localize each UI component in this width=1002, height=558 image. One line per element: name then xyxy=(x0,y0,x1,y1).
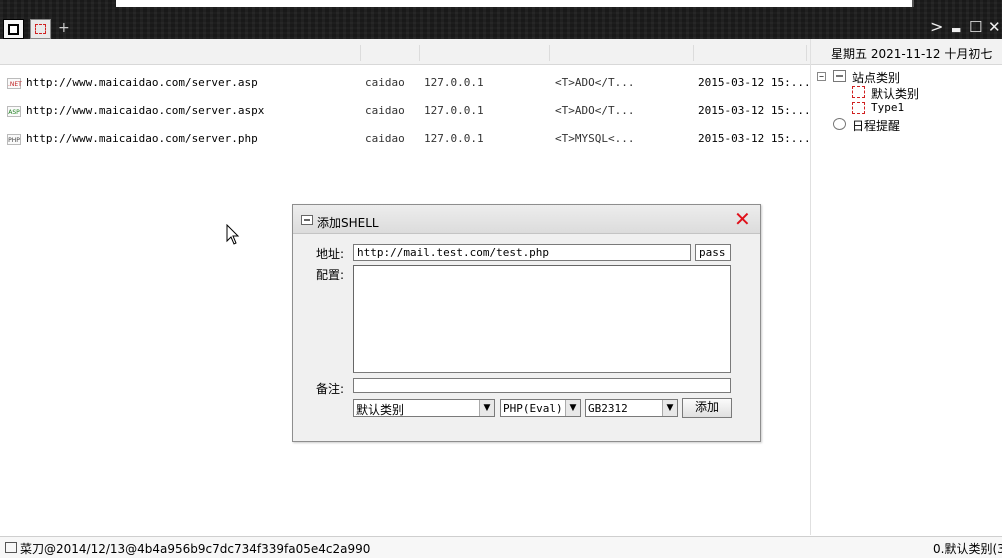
script-type-value: PHP(Eval) xyxy=(503,402,563,415)
column-divider[interactable] xyxy=(806,45,807,61)
date-header: 星期五 2021-11-12 十月初七 xyxy=(811,39,1002,65)
maximize-button[interactable]: ☐ xyxy=(969,18,982,36)
row-db-config: <T>MYSQL<... xyxy=(555,132,635,145)
script-type-select[interactable]: PHP(Eval) ▼ xyxy=(500,399,581,417)
window-icon xyxy=(5,542,17,553)
encoding-select[interactable]: GB2312 ▼ xyxy=(585,399,678,417)
row-url: http://www.maicaidao.com/server.aspx xyxy=(26,104,265,117)
row-url: http://www.maicaidao.com/server.php xyxy=(26,132,258,145)
address-label: 地址: xyxy=(316,247,345,261)
add-shell-dialog: 添加SHELL ✕ 地址: http://mail.test.com/test.… xyxy=(292,204,761,442)
status-bar: 菜刀@2014/12/13@4b4a956b9c7dc734f339fa05e4… xyxy=(0,536,1002,558)
window-icon xyxy=(8,23,19,35)
collapse-icon[interactable]: − xyxy=(817,72,826,81)
tab-main[interactable] xyxy=(3,19,24,39)
table-row[interactable]: PHP http://www.maicaidao.com/server.php … xyxy=(0,123,811,151)
chevron-right-icon[interactable]: > xyxy=(930,18,943,36)
column-divider[interactable] xyxy=(549,45,550,61)
minimize-button[interactable]: ▬ xyxy=(951,21,961,39)
tree-item-type1[interactable]: Type1 xyxy=(871,101,904,114)
row-ip: 127.0.0.1 xyxy=(424,132,484,145)
mouse-cursor-icon xyxy=(226,224,240,245)
shell-icon xyxy=(35,24,46,34)
folder-icon xyxy=(833,70,846,82)
add-tab-button[interactable]: + xyxy=(58,20,70,36)
dialog-title: 添加SHELL xyxy=(317,216,379,230)
category-select-value: 默认类别 xyxy=(356,403,405,417)
column-divider[interactable] xyxy=(419,45,420,61)
category-select[interactable]: 默认类别 ▼ xyxy=(353,399,495,417)
list-column-header xyxy=(0,39,810,65)
dialog-icon xyxy=(301,215,313,225)
category-icon xyxy=(852,102,865,114)
row-db-config: <T>ADO</T... xyxy=(555,104,635,117)
chevron-down-icon: ▼ xyxy=(565,400,580,416)
asp-file-icon: ASP xyxy=(7,106,21,117)
top-white-strip xyxy=(116,0,914,7)
row-date: 2015-03-12 15:... xyxy=(698,104,811,117)
row-user: caidao xyxy=(365,104,405,117)
password-input[interactable]: pass xyxy=(695,244,731,261)
top-bar: + > ▬ ☐ ✕ xyxy=(0,0,1002,39)
tree-item-default-category[interactable]: 默认类别 xyxy=(871,85,919,102)
row-db-config: <T>ADO</T... xyxy=(555,76,635,89)
row-user: caidao xyxy=(365,76,405,89)
close-button[interactable]: ✕ xyxy=(988,18,1001,36)
row-date: 2015-03-12 15:... xyxy=(698,76,811,89)
status-category-count: 0.默认类别(3 xyxy=(933,542,1002,556)
note-label: 备注: xyxy=(316,382,345,396)
table-row[interactable]: .NET http://www.maicaidao.com/server.asp… xyxy=(0,67,811,95)
tree-item-schedule[interactable]: 日程提醒 xyxy=(852,117,900,134)
chevron-down-icon: ▼ xyxy=(662,400,677,416)
column-divider[interactable] xyxy=(693,45,694,61)
config-label: 配置: xyxy=(316,268,345,282)
dialog-title-bar[interactable]: 添加SHELL ✕ xyxy=(293,205,760,234)
address-input[interactable]: http://mail.test.com/test.php xyxy=(353,244,691,261)
note-input[interactable] xyxy=(353,378,731,393)
row-url: http://www.maicaidao.com/server.asp xyxy=(26,76,258,89)
config-textarea[interactable] xyxy=(353,265,731,373)
row-user: caidao xyxy=(365,132,405,145)
table-row[interactable]: ASP http://www.maicaidao.com/server.aspx… xyxy=(0,95,811,123)
php-file-icon: PHP xyxy=(7,134,21,145)
tab-shell[interactable] xyxy=(30,19,51,39)
status-text: 菜刀@2014/12/13@4b4a956b9c7dc734f339fa05e4… xyxy=(20,542,371,556)
encoding-value: GB2312 xyxy=(588,402,628,415)
category-icon xyxy=(852,86,865,98)
row-date: 2015-03-12 15:... xyxy=(698,132,811,145)
chevron-down-icon: ▼ xyxy=(479,400,494,416)
category-panel: 星期五 2021-11-12 十月初七 − 站点类别 默认类别 Type1 日程… xyxy=(810,39,1002,535)
close-icon[interactable]: ✕ xyxy=(734,208,751,230)
tree-item-site-category[interactable]: 站点类别 xyxy=(852,69,900,86)
column-divider[interactable] xyxy=(360,45,361,61)
top-strip-edge xyxy=(912,0,914,7)
add-button[interactable]: 添加 xyxy=(682,398,732,418)
row-ip: 127.0.0.1 xyxy=(424,76,484,89)
net-file-icon: .NET xyxy=(7,78,22,89)
clock-icon xyxy=(833,118,846,130)
row-ip: 127.0.0.1 xyxy=(424,104,484,117)
